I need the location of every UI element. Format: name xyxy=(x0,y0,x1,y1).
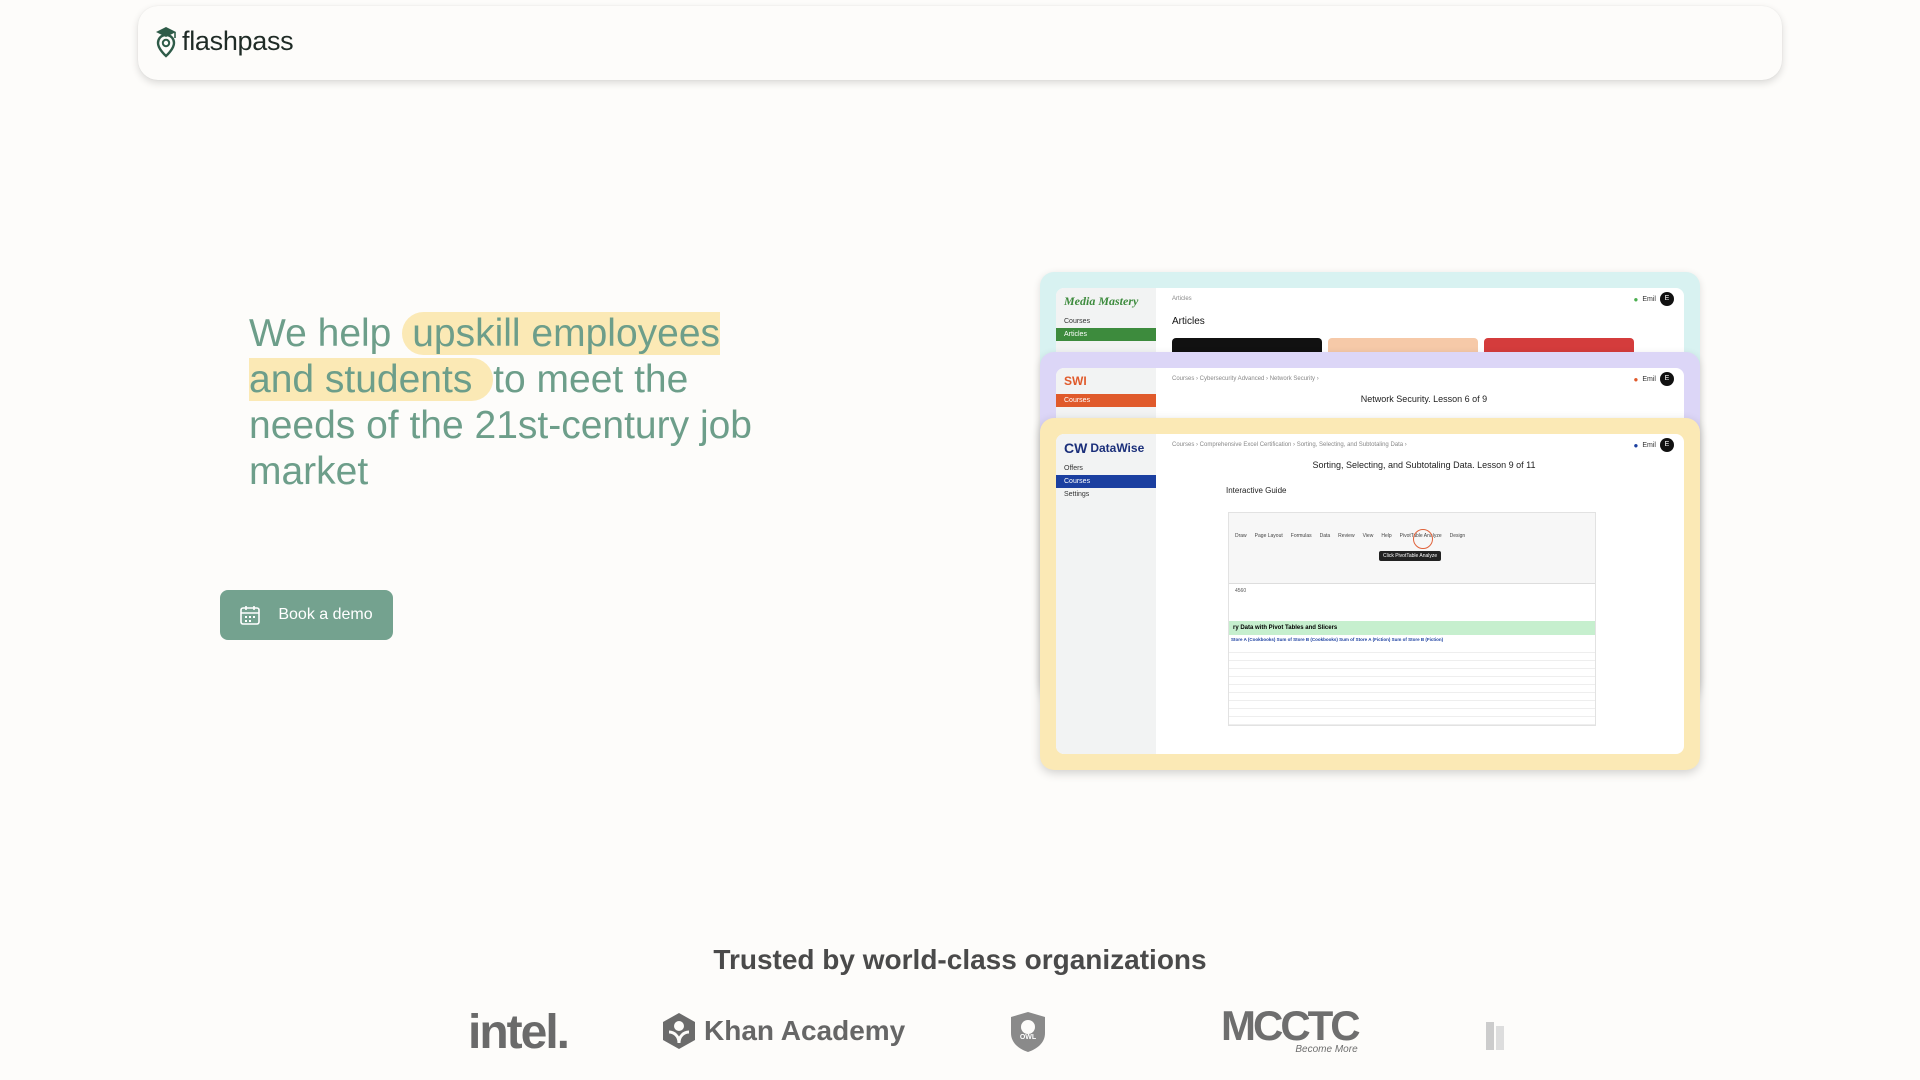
avatar: E xyxy=(1660,438,1674,452)
preview-title: Sorting, Selecting, and Subtotaling Data… xyxy=(1312,460,1536,470)
spreadsheet-preview: Draw Page Layout Formulas Data Review Vi… xyxy=(1228,512,1596,726)
preview-subtitle: Interactive Guide xyxy=(1226,486,1287,495)
sidebar-item-courses[interactable]: Courses xyxy=(1056,315,1156,328)
intel-logo: intel. xyxy=(468,1006,570,1059)
book-demo-label: Book a demo xyxy=(278,606,373,623)
sidebar-item-offers[interactable]: Offers xyxy=(1056,462,1156,475)
sidebar-item-courses[interactable]: Courses xyxy=(1056,394,1156,407)
media-mastery-logo: Media Mastery xyxy=(1064,294,1139,308)
sidebar-item-courses[interactable]: Courses xyxy=(1056,475,1156,488)
datawise-logo: CW DataWise xyxy=(1064,440,1145,456)
preview-title: Network Security. Lesson 6 of 9 xyxy=(1360,394,1488,404)
headline-pre: We help xyxy=(249,312,403,355)
swi-logo: SWI xyxy=(1064,374,1087,388)
calendar-icon xyxy=(240,606,261,625)
partner-logo-partial xyxy=(1484,1010,1506,1052)
table-headers: Store A (Cookbooks) Sum of Store B (Cook… xyxy=(1231,637,1444,642)
graduation-cap-pin-icon xyxy=(156,27,176,58)
mcctc-label: MCCTC xyxy=(1221,1002,1361,1049)
table-grid xyxy=(1229,645,1595,725)
table-title-row: ry Data with Pivot Tables and Slicers xyxy=(1229,621,1595,635)
user-menu[interactable]: ● Emil E xyxy=(1634,292,1674,306)
trusted-section-title: Trusted by world-class organizations xyxy=(713,944,1207,975)
flashpass-logo[interactable]: flashpass xyxy=(154,24,294,58)
user-menu[interactable]: ● Emil E xyxy=(1634,438,1674,452)
click-indicator xyxy=(1413,529,1433,549)
top-navigation-bar: flashpass xyxy=(138,6,1782,80)
preview-breadcrumb: Articles ● Emil E xyxy=(1164,288,1684,310)
preview-breadcrumb: Courses › Cybersecurity Advanced › Netwo… xyxy=(1164,368,1684,390)
khan-academy-logo: Khan Academy xyxy=(662,1012,905,1050)
sidebar-item-articles[interactable]: Articles xyxy=(1056,328,1156,341)
preview-sidebar: CW DataWise Offers Courses Settings xyxy=(1056,434,1156,754)
user-menu[interactable]: ● Emil E xyxy=(1634,372,1674,386)
sidebar-item-settings[interactable]: Settings xyxy=(1056,488,1156,501)
khan-academy-label: Khan Academy xyxy=(704,1015,906,1046)
owl-shield-logo: OWL xyxy=(1009,1011,1047,1053)
mcctc-logo: MCCTC Become More xyxy=(1221,1002,1361,1056)
shield-icon xyxy=(1011,1012,1045,1052)
bell-icon: ● xyxy=(1633,374,1639,384)
hero-headline: We help upskill employees and students t… xyxy=(249,311,789,495)
bell-icon: ● xyxy=(1633,294,1639,304)
mcctc-tagline: Become More xyxy=(1295,1044,1358,1055)
formula-bar[interactable]: 4560 xyxy=(1229,584,1595,598)
book-demo-button[interactable]: Book a demo xyxy=(220,590,393,640)
owl-label: OWL xyxy=(1019,1034,1037,1041)
tooltip: Click PivotTable Analyze xyxy=(1379,551,1442,561)
datawise-preview-card: CW DataWise Offers Courses Settings Cours… xyxy=(1040,418,1700,770)
spreadsheet-ribbon: Draw Page Layout Formulas Data Review Vi… xyxy=(1229,513,1595,584)
preview-title: Articles xyxy=(1172,316,1205,327)
avatar: E xyxy=(1660,372,1674,386)
brand-name: flashpass xyxy=(182,25,294,56)
preview-content: Courses › Comprehensive Excel Certificat… xyxy=(1164,434,1684,754)
bell-icon: ● xyxy=(1633,440,1639,450)
preview-window: CW DataWise Offers Courses Settings Cours… xyxy=(1056,434,1684,754)
preview-breadcrumb: Courses › Comprehensive Excel Certificat… xyxy=(1164,434,1684,456)
khan-academy-hexagon-icon xyxy=(663,1013,695,1049)
avatar: E xyxy=(1660,292,1674,306)
